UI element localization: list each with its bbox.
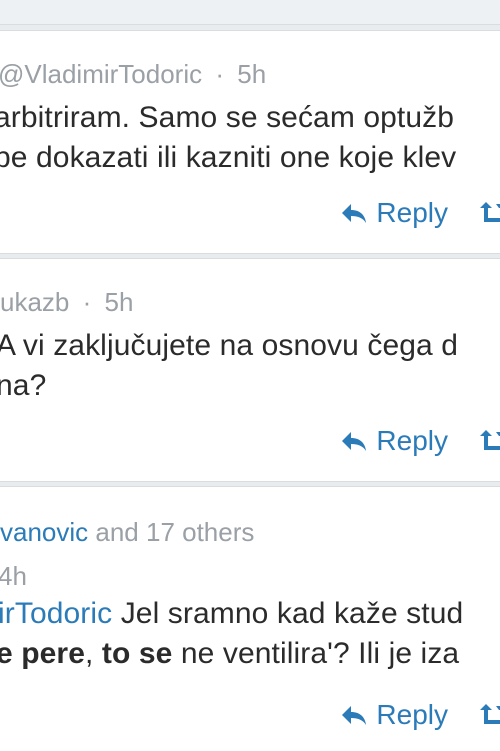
tweet-card[interactable]: vanovic and 17 others 4h irTodoric Jel s…	[0, 486, 500, 751]
tweet-text-line: irTodoric Jel sramno kad kaže stud	[0, 597, 463, 631]
tweet-handle[interactable]: @VladimirTodoric	[0, 59, 202, 89]
reply-label: Reply	[376, 425, 448, 456]
tweet-text-line: e pere, to se ne ventilira'? Ili je iza	[0, 637, 459, 671]
retweet-button[interactable]	[476, 200, 500, 226]
reply-button[interactable]: Reply	[340, 425, 448, 457]
retweet-icon	[476, 200, 500, 226]
retweet-icon	[476, 702, 500, 728]
tweet-separator: ·	[215, 59, 225, 89]
tweet-actions: Reply	[340, 425, 500, 457]
tweet-bold-fragment: e pere	[0, 637, 85, 670]
tweet-time[interactable]: 5h	[105, 287, 134, 317]
tweet-header: ukazb · 5h	[0, 287, 133, 318]
tweet-text-line: arbitriram. Samo se sećam optužb	[0, 101, 455, 134]
tweet-mentions: vanovic and 17 others	[0, 517, 254, 548]
tweet-text-fragment: ,	[85, 637, 102, 670]
reply-arrow-icon	[340, 430, 368, 452]
tweet-header: @VladimirTodoric · 5h	[0, 59, 266, 90]
retweet-button[interactable]	[476, 702, 500, 728]
tweet-text-line: na?	[0, 369, 47, 402]
reply-arrow-icon	[340, 202, 368, 224]
tweet-actions: Reply	[340, 197, 500, 229]
tweet-actions: Reply	[340, 699, 500, 731]
tweet-separator: ·	[82, 287, 92, 317]
mention-name[interactable]: vanovic	[0, 517, 88, 547]
mention-others[interactable]: and 17 others	[88, 517, 254, 547]
tweet-card[interactable]: @VladimirTodoric · 5h arbitriram. Samo s…	[0, 30, 500, 254]
tweet-bold-fragment: to se	[101, 637, 173, 670]
reply-button[interactable]: Reply	[340, 699, 448, 731]
tweet-card[interactable]: ukazb · 5h A vi zaključujete na osnovu č…	[0, 258, 500, 482]
previous-tweet-edge	[0, 0, 500, 25]
reply-arrow-icon	[340, 704, 368, 726]
reply-button[interactable]: Reply	[340, 197, 448, 229]
tweet-text-line: A vi zaključujete na osnovu čega d	[0, 329, 459, 362]
tweet-time[interactable]: 4h	[0, 561, 27, 592]
reply-label: Reply	[376, 699, 448, 730]
tweet-text-line: be dokazati ili kazniti one koje klev	[0, 141, 457, 174]
reply-label: Reply	[376, 197, 448, 228]
tweet-text-fragment: Jel sramno kad kaže stud	[112, 597, 464, 630]
tweet-text-fragment: ne ventilira'? Ili je iza	[172, 637, 460, 670]
retweet-icon	[476, 428, 500, 454]
tweet-mention-link[interactable]: irTodoric	[0, 597, 112, 630]
tweet-time[interactable]: 5h	[237, 59, 266, 89]
retweet-button[interactable]	[476, 428, 500, 454]
tweet-handle[interactable]: ukazb	[0, 287, 69, 317]
